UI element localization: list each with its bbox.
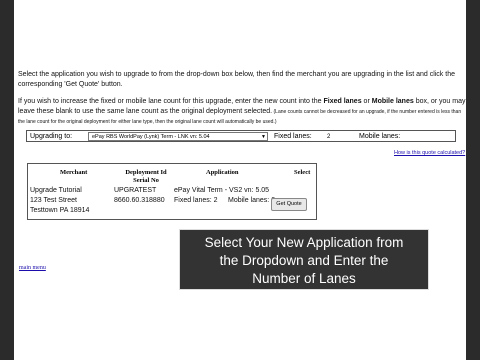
get-quote-button[interactable]: Get Quote (271, 198, 307, 211)
serial-no: 8660.60.318880 (114, 197, 165, 204)
header-serial-no: Serial No (133, 177, 159, 184)
tutorial-caption: Select Your New Application from the Dro… (179, 229, 429, 290)
chevron-down-icon[interactable]: ▼ (261, 133, 266, 142)
main-menu-link[interactable]: main menu (19, 265, 46, 271)
lane-instruction-text: If you wish to increase the fixed or mob… (18, 97, 468, 128)
caption-line-1: Select Your New Application from (204, 235, 404, 250)
dropdown-selected-value: ePay RBS WorldPay (Lynk) Term - LNK vn: … (92, 134, 210, 140)
header-deployment: Deployment Id Serial No (116, 169, 176, 185)
fixed-lanes-count: Fixed lanes: 2 (174, 197, 218, 204)
header-deployment-id: Deployment Id (125, 169, 167, 176)
merchant-street: 123 Test Street (30, 197, 77, 204)
caption-line-2: the Dropdown and Enter the (219, 253, 389, 268)
fixed-lanes-input[interactable]: 2 (327, 131, 330, 143)
web-page: Select the application you wish to upgra… (14, 0, 466, 360)
mobile-lanes-label: Mobile lanes: (359, 133, 401, 140)
merchant-table: Merchant Deployment Id Serial No Applica… (27, 163, 317, 220)
quote-calculation-link[interactable]: How is this quote calculated? (394, 150, 465, 156)
mobile-lanes-count: Mobile lanes: 0 (228, 197, 276, 204)
fixed-lanes-bold: Fixed lanes (323, 98, 362, 105)
application-name: ePay Vital Term - VS2 vn: 5.05 (174, 187, 270, 194)
caption-line-3: Number of Lanes (252, 271, 356, 286)
header-select: Select (294, 169, 311, 176)
lane-text-part: If you wish to increase the fixed or mob… (18, 98, 324, 105)
header-merchant: Merchant (60, 169, 88, 176)
application-dropdown[interactable]: ePay RBS WorldPay (Lynk) Term - LNK vn: … (88, 132, 268, 141)
upgrade-bar: Upgrading to: ePay RBS WorldPay (Lynk) T… (26, 130, 456, 142)
merchant-city: Testtown PA 18914 (30, 207, 90, 214)
upgrading-to-label: Upgrading to: (30, 133, 73, 140)
lane-text-or: or (361, 98, 372, 105)
merchant-name: Upgrade Tutorial (30, 187, 82, 194)
mobile-lanes-bold: Mobile lanes (371, 98, 414, 105)
header-application: Application (206, 169, 239, 176)
fixed-lanes-label: Fixed lanes: (274, 133, 312, 140)
mobile-lanes-input[interactable] (407, 131, 447, 141)
instruction-text: Select the application you wish to upgra… (18, 71, 455, 88)
deployment-id: UPGRATEST (114, 187, 157, 194)
